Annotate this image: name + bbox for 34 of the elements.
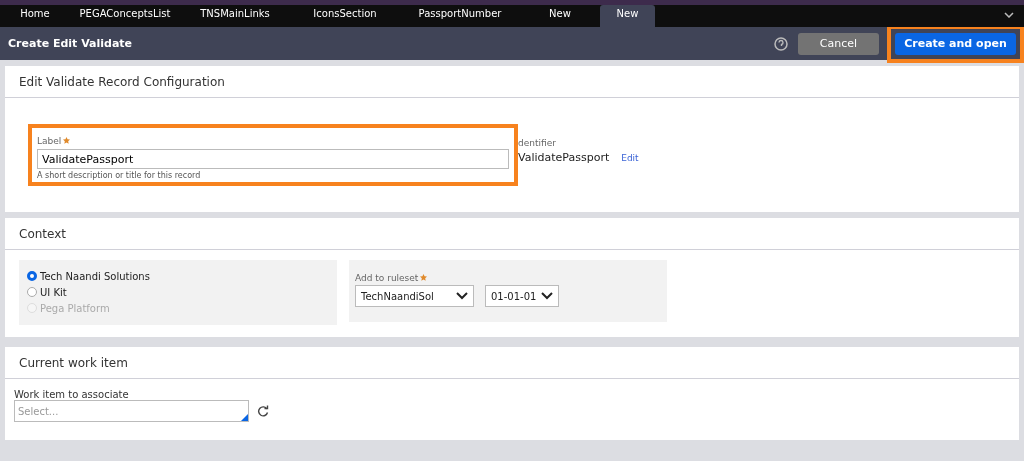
radio-button[interactable] <box>27 287 37 297</box>
radio-label: Pega Platform <box>40 301 110 316</box>
tab[interactable]: TNSMainLinks <box>180 5 290 27</box>
tab[interactable]: Home <box>0 5 70 27</box>
edit-link[interactable]: Edit <box>621 152 639 163</box>
radio-label: Tech Naandi Solutions <box>40 269 150 284</box>
page-title: Create Edit Validate <box>8 37 134 50</box>
version-dropdown[interactable]: 01-01-01 <box>485 285 559 307</box>
tab[interactable]: New <box>600 5 655 27</box>
tab[interactable]: PEGAConceptsList <box>70 5 180 27</box>
field-label: Add to ruleset <box>355 273 419 283</box>
tab[interactable]: New <box>520 5 600 27</box>
field-label: Label <box>37 136 62 146</box>
identifier-value: ValidatePassport <box>518 151 610 164</box>
chevron-down-icon[interactable] <box>1004 12 1014 18</box>
radio-label: UI Kit <box>40 285 67 300</box>
field-hint: A short description or title for this record <box>37 171 202 180</box>
cancel-button[interactable]: Cancel <box>798 32 879 55</box>
label-input[interactable]: ValidatePassport <box>37 149 509 169</box>
tab[interactable]: IconsSection <box>290 5 400 27</box>
radio-button[interactable] <box>27 271 37 281</box>
ruleset-dropdown[interactable]: TechNaandiSol <box>355 285 474 307</box>
tab[interactable]: PassportNumber <box>400 5 520 27</box>
chevron-down-icon <box>456 292 468 300</box>
section-title: Edit Validate Record Configuration <box>5 66 1019 98</box>
corner-triangle-icon <box>241 414 248 421</box>
chevron-down-icon <box>541 292 553 300</box>
section-title: Current work item <box>5 347 1019 379</box>
create-and-open-button[interactable]: Create and open <box>895 32 1016 55</box>
field-label: Work item to associate <box>14 389 130 400</box>
refresh-icon[interactable] <box>257 405 269 417</box>
help-icon[interactable] <box>774 36 788 51</box>
section-title: Context <box>5 218 1019 250</box>
field-label: dentifier <box>518 138 557 148</box>
